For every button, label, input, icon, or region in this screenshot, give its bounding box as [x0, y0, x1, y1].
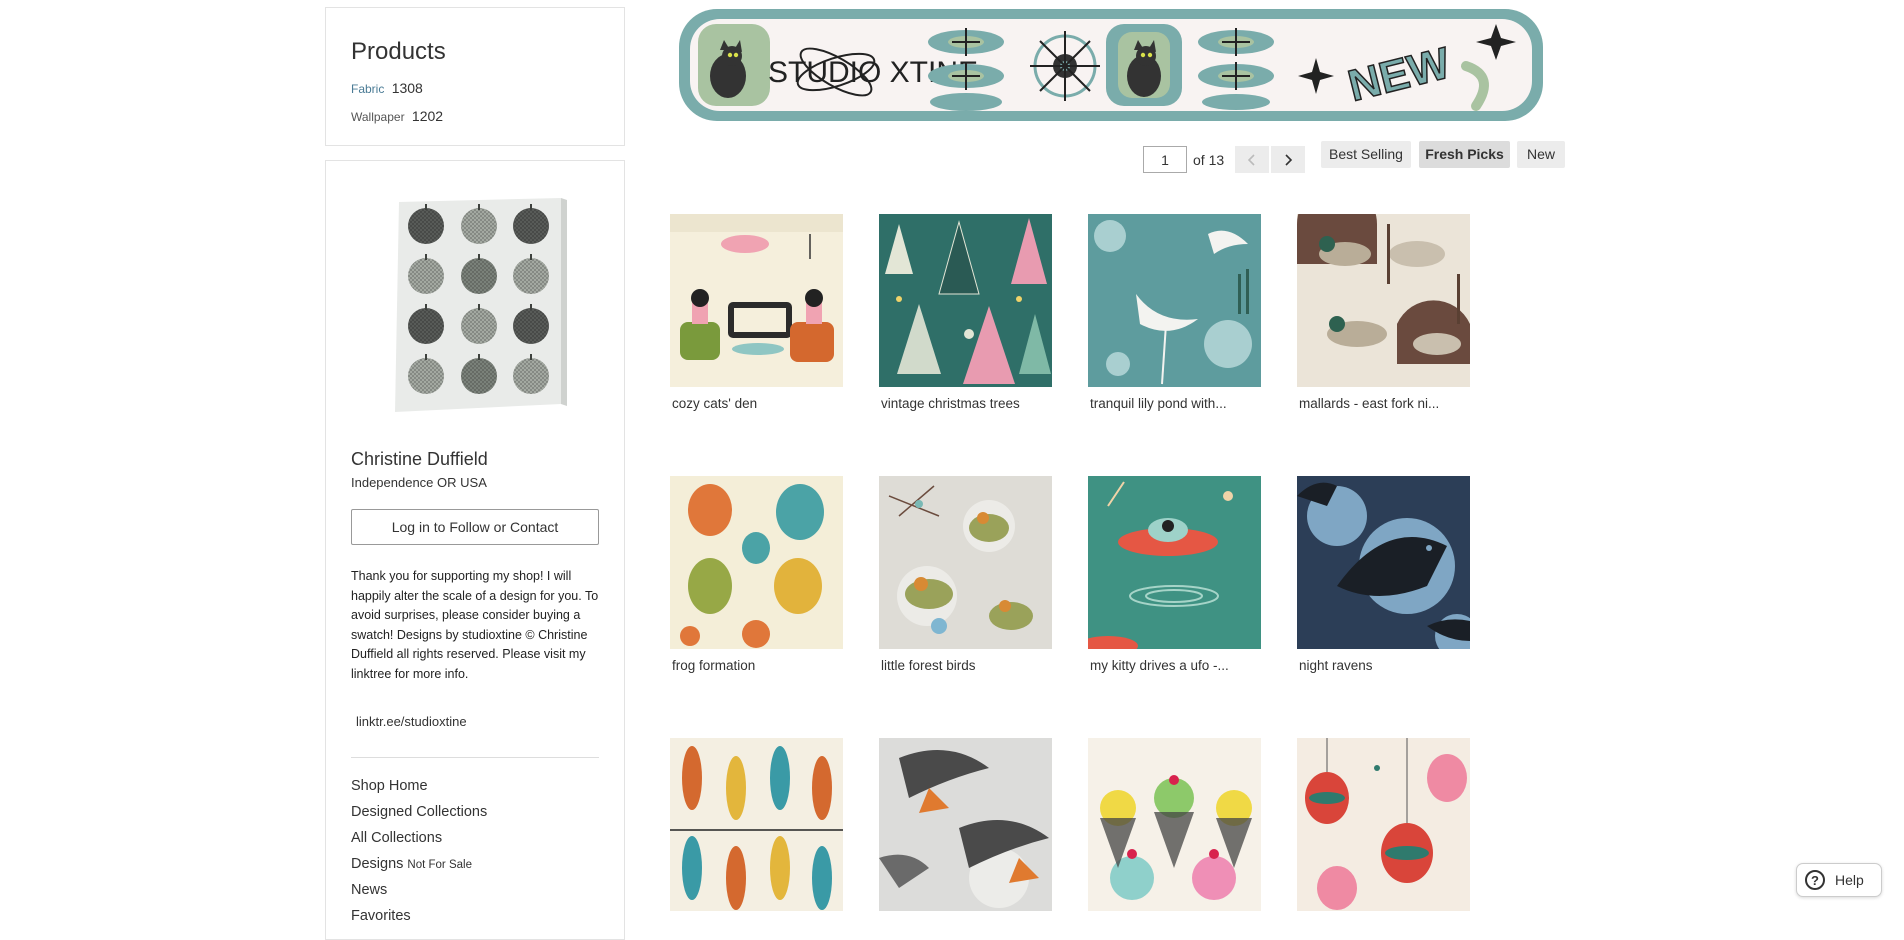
shop-owner-name: Christine Duffield — [351, 449, 488, 469]
design-card[interactable]: vintage christmas trees — [879, 214, 1052, 411]
pagination: of 13 — [1143, 145, 1306, 174]
design-title[interactable]: frog formation — [672, 658, 843, 673]
design-title[interactable]: little forest birds — [881, 658, 1052, 673]
nav-designed-collections[interactable]: Designed Collections — [351, 799, 487, 825]
products-title: Products — [351, 38, 446, 65]
design-card[interactable] — [1088, 738, 1261, 920]
design-thumbnail[interactable] — [1297, 214, 1470, 387]
sort-new[interactable]: New — [1517, 141, 1565, 168]
nav-designs-sub: Not For Sale — [407, 859, 472, 871]
follow-contact-button[interactable]: Log in to Follow or Contact — [351, 509, 599, 545]
help-label[interactable]: Help — [1835, 872, 1864, 888]
design-thumbnail[interactable] — [1088, 476, 1261, 649]
chevron-right-icon — [1285, 153, 1293, 166]
nav-news[interactable]: News — [351, 877, 487, 903]
nav-shop-home[interactable]: Shop Home — [351, 773, 487, 799]
design-thumbnail[interactable] — [879, 214, 1052, 387]
nav-favorites[interactable]: Favorites — [351, 903, 487, 929]
shop-location: Independence OR USA — [351, 475, 487, 490]
shop-banner: STUDIO XTINE NEW — [679, 9, 1543, 121]
design-thumbnail[interactable] — [1088, 738, 1261, 911]
design-card[interactable] — [670, 738, 843, 920]
page-total: of 13 — [1193, 151, 1225, 168]
sort-best-selling[interactable]: Best Selling — [1321, 141, 1411, 168]
design-title[interactable]: cozy cats' den — [672, 396, 843, 411]
design-title[interactable]: vintage christmas trees — [881, 396, 1052, 411]
product-count: 1202 — [411, 108, 444, 124]
design-thumbnail[interactable] — [670, 738, 843, 911]
design-card[interactable] — [1297, 738, 1470, 920]
design-card[interactable]: night ravens — [1297, 476, 1470, 673]
design-card[interactable]: my kitty drives a ufo -... — [1088, 476, 1261, 673]
design-card[interactable] — [879, 738, 1052, 920]
shop-bio: Thank you for supporting my shop! I will… — [351, 569, 599, 681]
design-thumbnail[interactable] — [1088, 214, 1261, 387]
design-card[interactable]: cozy cats' den — [670, 214, 843, 411]
design-thumbnail[interactable] — [879, 738, 1052, 911]
design-thumbnail[interactable] — [670, 476, 843, 649]
help-icon: ? — [1805, 870, 1825, 890]
design-title[interactable]: my kitty drives a ufo -... — [1090, 658, 1261, 673]
design-title[interactable]: night ravens — [1299, 658, 1470, 673]
page-number-input[interactable] — [1143, 146, 1187, 173]
product-label[interactable]: Fabric — [351, 82, 384, 96]
nav-designs-label[interactable]: Designs — [351, 856, 403, 872]
nav-all-collections[interactable]: All Collections — [351, 825, 487, 851]
prev-page-button[interactable] — [1235, 146, 1270, 173]
design-thumbnail[interactable] — [1297, 738, 1470, 911]
divider — [351, 757, 599, 758]
product-fabric[interactable]: Fabric 1308 — [351, 80, 423, 96]
product-wallpaper[interactable]: Wallpaper 1202 — [351, 108, 443, 124]
next-page-button[interactable] — [1271, 146, 1306, 173]
design-thumbnail[interactable] — [1297, 476, 1470, 649]
product-count: 1308 — [391, 80, 423, 96]
nav-designs[interactable]: Designs Not For Sale — [351, 851, 487, 877]
design-card[interactable]: frog formation — [670, 476, 843, 673]
chevron-left-icon — [1248, 153, 1255, 166]
profile-panel: Christine Duffield Independence OR USA L… — [325, 160, 625, 940]
design-title[interactable]: tranquil lily pond with... — [1090, 396, 1261, 411]
linktree-link[interactable]: linktr.ee/studioxtine — [356, 714, 467, 729]
sort-fresh-picks[interactable]: Fresh Picks — [1419, 141, 1510, 168]
help-button[interactable]: ? Help — [1796, 863, 1882, 897]
design-card[interactable]: little forest birds — [879, 476, 1052, 673]
design-card[interactable]: tranquil lily pond with... — [1088, 214, 1261, 411]
design-title[interactable]: mallards - east fork ni... — [1299, 396, 1470, 411]
shop-nav: Shop Home Designed Collections All Colle… — [351, 773, 487, 929]
product-label[interactable]: Wallpaper — [351, 110, 405, 124]
design-thumbnail[interactable] — [879, 476, 1052, 649]
design-thumbnail[interactable] — [670, 214, 843, 387]
products-panel: Products Fabric 1308 Wallpaper 1202 — [325, 7, 625, 146]
design-card[interactable]: mallards - east fork ni... — [1297, 214, 1470, 411]
avatar[interactable] — [381, 196, 571, 416]
